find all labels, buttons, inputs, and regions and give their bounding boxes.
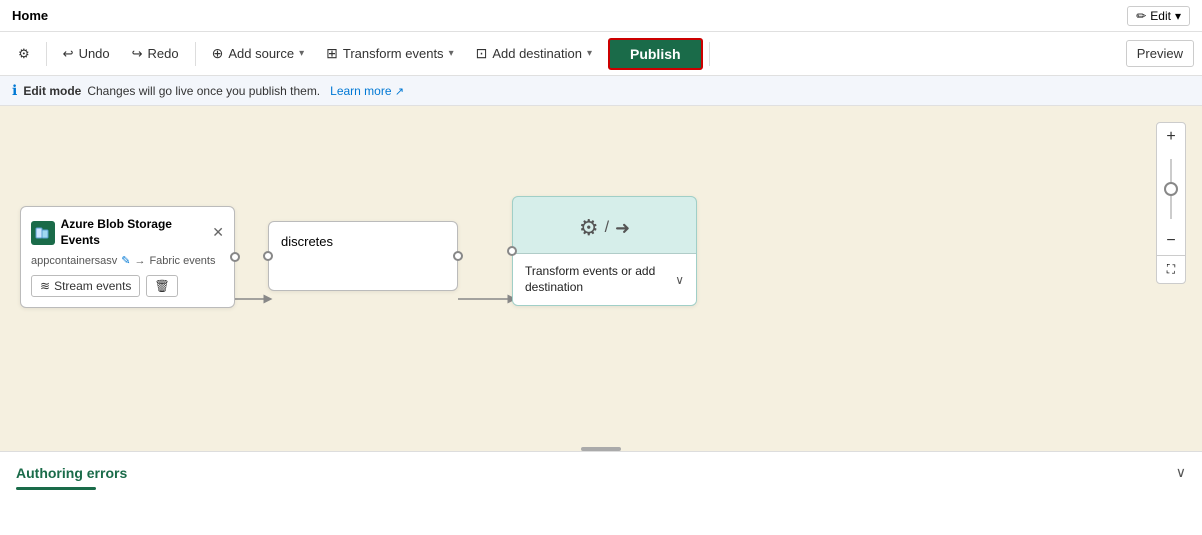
edit-account-icon[interactable]: ✎ bbox=[121, 254, 130, 267]
discrete-node: discretes bbox=[268, 221, 458, 291]
zoom-in-button[interactable]: + bbox=[1157, 123, 1185, 151]
transform-node[interactable]: ⚙ / ➜ Transform events or add destinatio… bbox=[512, 196, 697, 306]
add-destination-chevron-icon: ▾ bbox=[587, 48, 592, 59]
authoring-errors-title: Authoring errors bbox=[16, 465, 127, 481]
add-source-chevron-icon: ▾ bbox=[299, 48, 304, 59]
zoom-slider-track bbox=[1170, 159, 1172, 219]
fabric-events-label: Fabric events bbox=[149, 255, 215, 267]
transform-node-chevron-icon[interactable]: ∨ bbox=[675, 273, 684, 287]
add-source-label: Add source bbox=[228, 46, 294, 61]
info-bar: ℹ Edit mode Changes will go live once yo… bbox=[0, 76, 1202, 106]
transform-events-icon: ⊞ bbox=[326, 45, 338, 62]
source-node-close-button[interactable]: ✕ bbox=[212, 224, 224, 241]
edit-mode-label: Edit mode bbox=[23, 84, 81, 98]
publish-label: Publish bbox=[630, 46, 681, 62]
drag-handle-bar bbox=[581, 447, 621, 451]
bottom-panel-header: Authoring errors ∨ bbox=[0, 452, 1202, 487]
info-icon: ℹ bbox=[12, 82, 17, 99]
zoom-fit-button[interactable]: ⛶ bbox=[1157, 255, 1185, 283]
discrete-output-connector bbox=[453, 251, 463, 261]
canvas: Azure Blob Storage Events ✕ appcontainer… bbox=[0, 106, 1202, 443]
transform-input-connector bbox=[507, 246, 517, 256]
toolbar: ⚙ ↩ Undo ↪ Redo ⊕ Add source ▾ ⊞ Transfo… bbox=[0, 32, 1202, 76]
title-bar: Home ✏ Edit ▾ bbox=[0, 0, 1202, 32]
arrow-icon: → bbox=[134, 255, 145, 267]
edit-label: Edit bbox=[1150, 9, 1171, 23]
add-source-button[interactable]: ⊕ Add source ▾ bbox=[202, 40, 315, 67]
bottom-panel: Authoring errors ∨ bbox=[0, 451, 1202, 513]
slash-separator: / bbox=[605, 219, 609, 237]
edit-button[interactable]: ✏ Edit ▾ bbox=[1127, 6, 1190, 26]
delete-source-button[interactable]: 🗑 bbox=[146, 275, 177, 297]
add-destination-icon: ⊡ bbox=[476, 45, 488, 62]
info-description: Changes will go live once you publish th… bbox=[87, 84, 320, 98]
stream-icon: ≋ bbox=[40, 279, 50, 293]
zoom-fit-icon: ⛶ bbox=[1167, 262, 1175, 277]
edit-icon: ✏ bbox=[1136, 9, 1146, 23]
zoom-controls: + − ⛶ bbox=[1156, 122, 1186, 284]
add-destination-button[interactable]: ⊡ Add destination ▾ bbox=[466, 40, 602, 67]
azure-blob-icon bbox=[31, 221, 55, 245]
discrete-input-connector bbox=[263, 251, 273, 261]
preview-label: Preview bbox=[1137, 46, 1183, 61]
learn-more-label: Learn more bbox=[330, 84, 391, 98]
external-link-icon: ↗ bbox=[395, 86, 404, 98]
undo-label: Undo bbox=[79, 46, 110, 61]
source-node-title: Azure Blob Storage Events bbox=[31, 217, 212, 248]
publish-button[interactable]: Publish bbox=[608, 38, 703, 70]
undo-icon: ↩ bbox=[63, 46, 74, 62]
stream-events-button[interactable]: ≋ Stream events bbox=[31, 275, 140, 297]
settings-button[interactable]: ⚙ bbox=[8, 41, 40, 67]
transform-node-label: Transform events or add destination bbox=[525, 264, 675, 295]
drag-handle[interactable] bbox=[0, 443, 1202, 451]
redo-icon: ↪ bbox=[132, 46, 143, 62]
redo-label: Redo bbox=[148, 46, 179, 61]
add-source-icon: ⊕ bbox=[212, 45, 224, 62]
title-bar-left: Home bbox=[12, 8, 48, 23]
toolbar-separator-3 bbox=[709, 42, 710, 66]
title-bar-right: ✏ Edit ▾ bbox=[1127, 6, 1190, 26]
arrow-right-icon: ➜ bbox=[615, 218, 630, 239]
transform-events-button[interactable]: ⊞ Transform events ▾ bbox=[316, 40, 463, 67]
zoom-in-icon: + bbox=[1166, 128, 1175, 146]
undo-button[interactable]: ↩ Undo bbox=[53, 41, 120, 67]
transform-events-label: Transform events bbox=[343, 46, 444, 61]
transform-node-footer[interactable]: Transform events or add destination ∨ bbox=[513, 253, 696, 305]
redo-button[interactable]: ↪ Redo bbox=[122, 41, 189, 67]
source-node-label: Azure Blob Storage Events bbox=[61, 217, 213, 248]
zoom-out-button[interactable]: − bbox=[1157, 227, 1185, 255]
stream-label: Stream events bbox=[54, 279, 131, 293]
transform-events-chevron-icon: ▾ bbox=[449, 48, 454, 59]
source-node-header: Azure Blob Storage Events ✕ bbox=[31, 217, 224, 248]
source-node-actions: ≋ Stream events 🗑 bbox=[31, 275, 224, 297]
authoring-errors-indicator bbox=[16, 487, 96, 490]
settings-icon: ⚙ bbox=[18, 46, 30, 62]
chevron-down-icon: ▾ bbox=[1175, 9, 1181, 23]
delete-icon: 🗑 bbox=[154, 279, 169, 293]
zoom-slider[interactable] bbox=[1170, 151, 1172, 227]
preview-button[interactable]: Preview bbox=[1126, 40, 1194, 67]
zoom-slider-thumb bbox=[1164, 182, 1178, 196]
toolbar-separator-2 bbox=[195, 42, 196, 66]
learn-more-link[interactable]: Learn more ↗ bbox=[330, 84, 404, 98]
gear-icon: ⚙ bbox=[579, 215, 599, 241]
toolbar-separator bbox=[46, 42, 47, 66]
source-node-subtitle: appcontainersasv ✎ → Fabric events bbox=[31, 254, 224, 267]
discrete-node-label: discretes bbox=[281, 234, 333, 249]
source-node: Azure Blob Storage Events ✕ appcontainer… bbox=[20, 206, 235, 308]
bottom-panel-chevron-icon[interactable]: ∨ bbox=[1176, 464, 1186, 481]
account-name: appcontainersasv bbox=[31, 255, 117, 267]
home-tab-label: Home bbox=[12, 8, 48, 23]
transform-node-icons: ⚙ / ➜ bbox=[513, 197, 696, 253]
add-destination-label: Add destination bbox=[492, 46, 582, 61]
source-output-connector bbox=[230, 252, 240, 262]
zoom-out-icon: − bbox=[1166, 232, 1175, 250]
close-icon: ✕ bbox=[212, 224, 224, 240]
